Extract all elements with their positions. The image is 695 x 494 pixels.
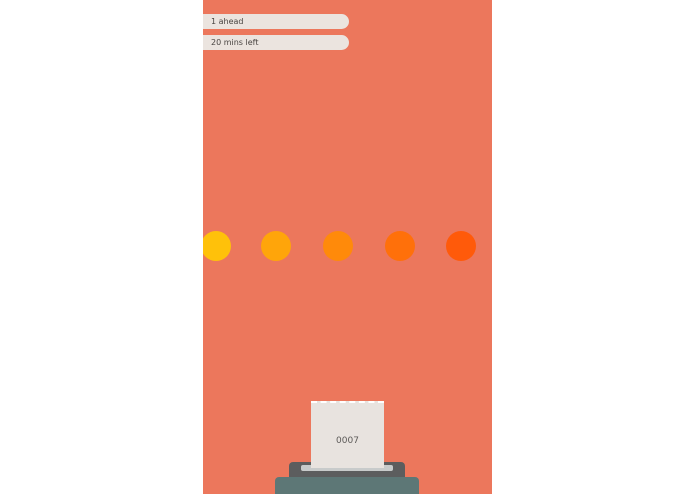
people-ahead-text: 1 ahead [211, 17, 244, 26]
dispenser-base [275, 477, 419, 494]
progress-dot [323, 231, 353, 261]
progress-dot [203, 231, 231, 261]
ticket-number: 0007 [336, 436, 359, 446]
queue-screen: 1 ahead 20 mins left 0007 [203, 0, 492, 494]
progress-dot [446, 231, 476, 261]
people-ahead-badge: 1 ahead [203, 14, 349, 29]
time-left-badge: 20 mins left [203, 35, 349, 50]
progress-dot [385, 231, 415, 261]
queue-ticket[interactable]: 0007 [311, 401, 384, 468]
progress-dot [261, 231, 291, 261]
time-left-text: 20 mins left [211, 38, 259, 47]
